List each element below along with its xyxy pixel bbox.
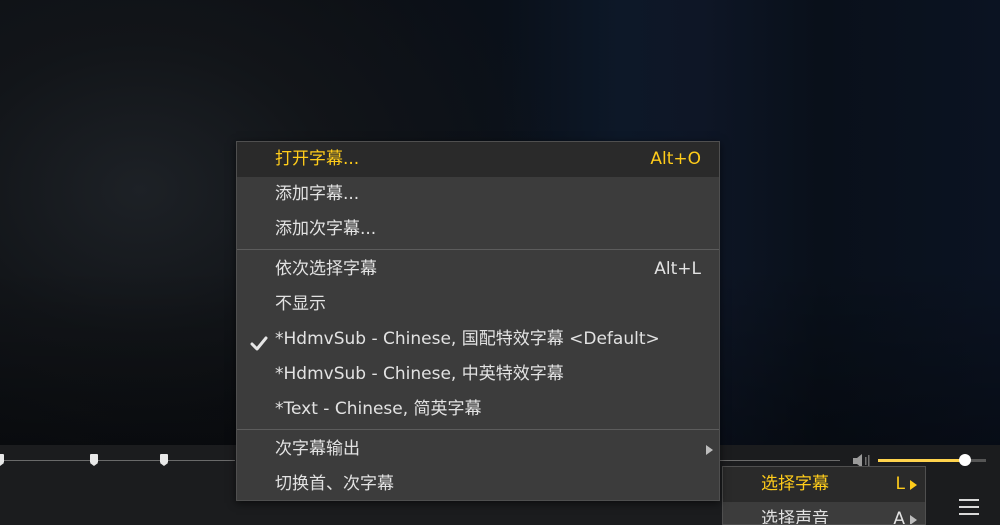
seek-track-right (720, 460, 840, 461)
menu-item-cycle-subtitles[interactable]: 依次选择字幕 Alt+L (237, 252, 719, 287)
menu-item-select-audio[interactable]: 选择声音 A (723, 502, 925, 524)
parent-menu: 选择字幕 L 选择声音 A (722, 466, 926, 525)
menu-item-subtitle-track-3[interactable]: *Text - Chinese, 简英字幕 (237, 392, 719, 427)
menu-item-secondary-subtitle-output[interactable]: 次字幕输出 (237, 432, 719, 467)
check-icon (250, 331, 268, 351)
speaker-icon[interactable] (853, 453, 871, 468)
menu-item-add-subtitle[interactable]: 添加字幕... (237, 177, 719, 212)
menu-item-open-subtitle[interactable]: 打开字幕... Alt+O (237, 142, 719, 177)
menu-separator (237, 429, 719, 430)
menu-item-add-secondary-subtitle[interactable]: 添加次字幕... (237, 212, 719, 247)
seek-track (0, 460, 235, 461)
volume-level[interactable] (878, 459, 966, 462)
menu-item-swap-subtitles[interactable]: 切换首、次字幕 (237, 467, 719, 502)
chapter-marker[interactable] (0, 454, 4, 466)
volume-slider-handle[interactable] (959, 454, 971, 466)
chevron-right-icon (910, 480, 917, 490)
subtitle-context-menu: 打开字幕... Alt+O 添加字幕... 添加次字幕... 依次选择字幕 Al… (236, 141, 720, 501)
chevron-right-icon (910, 515, 917, 524)
hamburger-icon[interactable] (959, 499, 979, 515)
menu-item-hide-subtitles[interactable]: 不显示 (237, 287, 719, 322)
menu-item-subtitle-track-1[interactable]: *HdmvSub - Chinese, 国配特效字幕 <Default> (237, 322, 719, 357)
chapter-marker[interactable] (160, 454, 168, 466)
menu-item-subtitle-track-2[interactable]: *HdmvSub - Chinese, 中英特效字幕 (237, 357, 719, 392)
menu-item-select-subtitle[interactable]: 选择字幕 L (723, 467, 925, 502)
menu-separator (237, 249, 719, 250)
chapter-marker[interactable] (90, 454, 98, 466)
chevron-right-icon (706, 445, 713, 455)
